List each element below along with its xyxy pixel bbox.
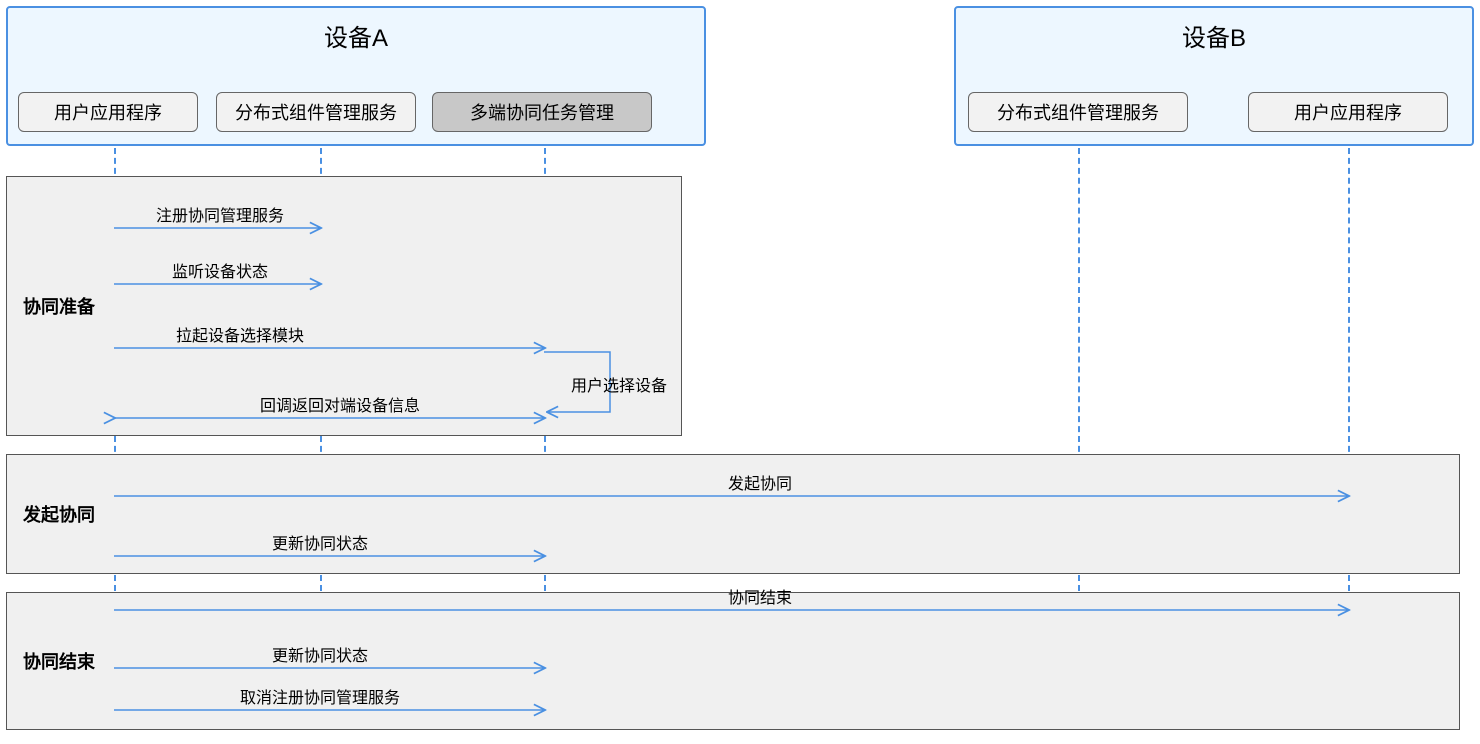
msg-listen: 监听设备状态 xyxy=(120,258,320,282)
msg-register: 注册协同管理服务 xyxy=(120,202,320,226)
msg-unregister: 取消注册协同管理服务 xyxy=(160,684,480,708)
msg-callback: 回调返回对端设备信息 xyxy=(150,392,530,416)
sequence-diagram: 设备A 设备B 用户应用程序 分布式组件管理服务 多端协同任务管理 分布式组件管… xyxy=(0,0,1480,744)
msg-update2: 更新协同状态 xyxy=(180,642,460,666)
msg-pull: 拉起设备选择模块 xyxy=(120,322,360,346)
msg-endcoop: 协同结束 xyxy=(560,584,960,608)
msg-launch: 发起协同 xyxy=(560,470,960,494)
msg-update1: 更新协同状态 xyxy=(180,530,460,554)
msg-select: 用户选择设备 xyxy=(554,372,684,396)
arrows xyxy=(0,0,1480,744)
